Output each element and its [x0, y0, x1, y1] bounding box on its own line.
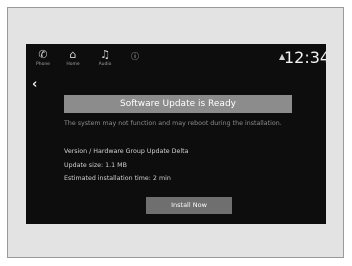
- dialog-title: Software Update is Ready: [64, 95, 292, 113]
- status-phone-button[interactable]: ✆ Phone: [33, 48, 53, 72]
- audio-icon: ♫: [100, 48, 110, 61]
- status-bar: ✆ Phone ⌂ Home ♫ Audio ⓘ ▲ 12:34: [26, 44, 326, 74]
- update-size-text: Update size: 1.1 MB: [64, 162, 127, 169]
- clock: 12:34: [284, 48, 326, 67]
- status-info-button[interactable]: ⓘ: [125, 48, 145, 72]
- version-text: Version / Hardware Group Update Delta: [64, 148, 189, 155]
- warning-text: The system may not function and may rebo…: [64, 120, 282, 127]
- status-home-label: Home: [66, 62, 80, 67]
- home-icon: ⌂: [69, 48, 77, 61]
- install-now-button[interactable]: Install Now: [146, 197, 232, 214]
- status-phone-label: Phone: [36, 62, 50, 67]
- back-icon[interactable]: ‹: [32, 78, 37, 92]
- infotainment-screen: ✆ Phone ⌂ Home ♫ Audio ⓘ ▲ 12:34 ‹ Softw…: [26, 44, 326, 224]
- status-home-button[interactable]: ⌂ Home: [63, 48, 83, 72]
- info-icon: ⓘ: [131, 52, 139, 61]
- status-audio-button[interactable]: ♫ Audio: [95, 48, 115, 72]
- install-time-text: Estimated installation time: 2 min: [64, 175, 171, 182]
- status-audio-label: Audio: [98, 62, 112, 67]
- phone-icon: ✆: [38, 48, 48, 61]
